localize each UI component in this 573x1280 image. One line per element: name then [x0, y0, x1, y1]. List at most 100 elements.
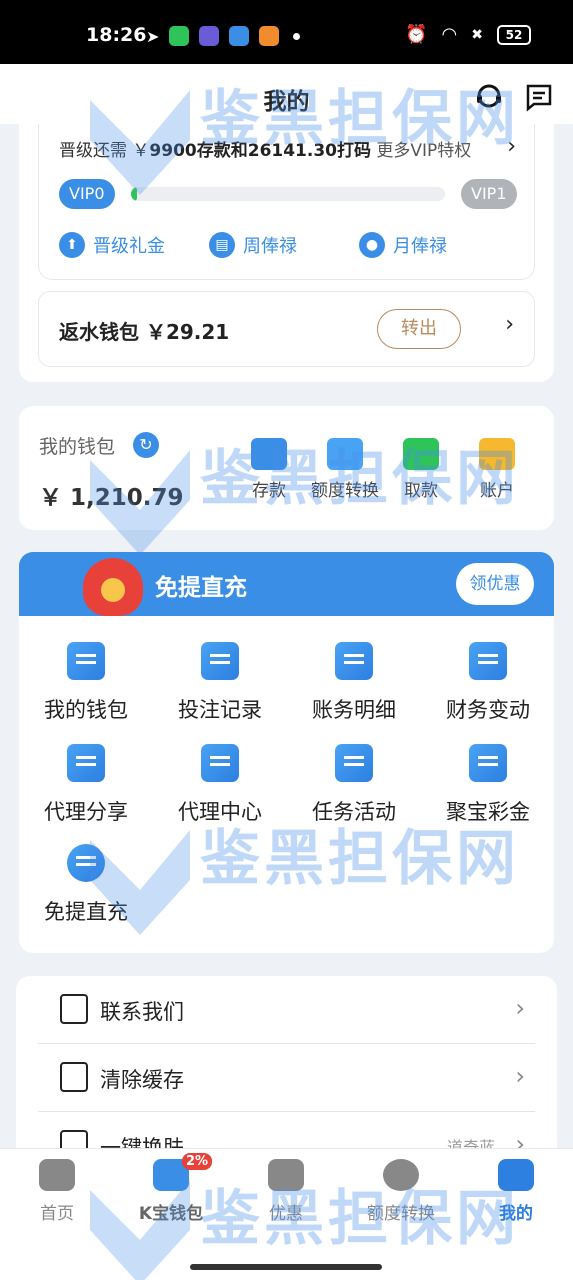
weekly-salary-label: 周俸禄	[243, 236, 297, 257]
grid-agent-share[interactable]: 代理分享	[19, 744, 153, 826]
chevron-right-icon[interactable]: ›	[505, 312, 514, 337]
account-button[interactable]: 账户	[457, 438, 537, 501]
refresh-icon[interactable]: ↻	[133, 432, 159, 458]
document-icon: ▤	[209, 232, 235, 258]
vip-text-prefix: 晋级还需 ￥	[59, 141, 150, 161]
promotion-bonus-link[interactable]: ⬆ 晋级礼金	[59, 232, 165, 258]
sim-off-icon: ✖	[471, 26, 483, 43]
edit-document-icon	[201, 642, 239, 680]
grid-label: 投注记录	[178, 698, 262, 722]
monthly-salary-label: 月俸禄	[393, 236, 447, 257]
chevron-right-icon[interactable]: ›	[507, 134, 516, 159]
contact-us-label: 联系我们	[100, 1000, 184, 1024]
grid-jackpot-bonus[interactable]: 聚宝彩金	[421, 744, 555, 826]
task-icon	[335, 744, 373, 782]
contact-icon	[60, 994, 88, 1024]
grid-label: 我的钱包	[44, 698, 128, 722]
next-vip-badge: VIP1	[461, 179, 517, 209]
vip-progress-text[interactable]: 晋级还需 ￥9900存款和26141.30打码 更多VIP特权	[59, 136, 471, 161]
wifi-icon: ◠	[441, 24, 458, 45]
grid-agent-center[interactable]: 代理中心	[153, 744, 287, 826]
home-indicator[interactable]	[190, 1264, 382, 1270]
nav-home[interactable]: 首页	[2, 1159, 112, 1224]
deposit-label: 存款	[252, 481, 286, 501]
withdraw-icon	[403, 438, 439, 470]
grid-my-wallet[interactable]: 我的钱包	[19, 642, 153, 724]
grid-label: 代理分享	[44, 800, 128, 824]
nav-home-label: 首页	[40, 1204, 74, 1224]
claim-offer-button[interactable]: 领优惠	[456, 563, 534, 605]
vip-progress-fill	[131, 187, 138, 201]
vip-mid-text: 存款和	[196, 141, 248, 161]
contact-us-row[interactable]: 联系我们 ›	[38, 976, 535, 1044]
grid-financial-changes[interactable]: 财务变动	[421, 642, 555, 724]
promo-banner: 免提直充 领优惠	[19, 552, 554, 616]
promo-title: 免提直充	[155, 575, 247, 601]
arrow-up-icon: ⬆	[59, 232, 85, 258]
currency-exchange-icon	[383, 1159, 419, 1191]
treasure-icon	[469, 744, 507, 782]
settings-list: 联系我们 › 清除缓存 › 一键换肤 道奇蓝 ›	[16, 976, 557, 1176]
account-label: 账户	[480, 481, 514, 501]
rebate-wallet-label: 返水钱包 ￥29.21	[59, 320, 230, 344]
wallet-icon	[251, 438, 287, 470]
grid-label: 免提直充	[44, 900, 128, 924]
weekly-salary-link[interactable]: ▤ 周俸禄	[209, 232, 297, 258]
wallet-balance: ￥ 1,210.79	[39, 485, 184, 511]
grid-label: 代理中心	[178, 800, 262, 824]
nav-offers[interactable]: 优惠	[231, 1159, 341, 1224]
clear-cache-label: 清除缓存	[100, 1068, 184, 1092]
app-header: 我的	[0, 64, 573, 124]
status-bar: 18:26 ➤ ⏰ ◠ ✖ 52	[0, 0, 573, 64]
gift-bag-icon	[83, 558, 143, 616]
agent-icon	[201, 744, 239, 782]
trash-icon	[60, 1062, 88, 1092]
recharge-icon	[67, 844, 105, 882]
chevron-right-icon: ›	[515, 994, 525, 1022]
message-icon[interactable]	[524, 82, 554, 112]
customer-service-icon[interactable]	[474, 82, 504, 112]
wallet-card: 我的钱包 ↻ ￥ 1,210.79 存款 额度转换 取款 账户	[19, 406, 554, 530]
agent-share-icon	[67, 744, 105, 782]
bottom-nav: 首页 2% K宝钱包 优惠 额度转换 我的	[0, 1148, 573, 1280]
nav-mine[interactable]: 我的	[461, 1159, 571, 1224]
nav-offers-label: 优惠	[269, 1204, 303, 1224]
grid-task-activities[interactable]: 任务活动	[287, 744, 421, 826]
alarm-icon: ⏰	[405, 24, 428, 45]
deposit-button[interactable]: 存款	[229, 438, 309, 501]
rebate-wallet: 返水钱包 ￥29.21 转出 ›	[38, 291, 535, 367]
grid-label: 账务明细	[312, 698, 396, 722]
nav-balance-transfer-label: 额度转换	[367, 1204, 435, 1224]
jersey-icon	[498, 1159, 534, 1191]
grid-account-details[interactable]: 账务明细	[287, 642, 421, 724]
gamepad-icon	[39, 1159, 75, 1191]
grid-bet-records[interactable]: 投注记录	[153, 642, 287, 724]
status-time: 18:26	[86, 24, 147, 46]
transfer-out-button[interactable]: 转出	[377, 309, 461, 349]
money-bag-icon: ●	[359, 232, 385, 258]
nav-mine-label: 我的	[499, 1204, 533, 1224]
vip-bet-needed: 26141.30	[247, 141, 337, 161]
grid-direct-recharge[interactable]: 免提直充	[19, 844, 153, 926]
nav-balance-transfer[interactable]: 额度转换	[346, 1159, 456, 1224]
app-icon-green	[169, 26, 190, 46]
nav-badge: 2%	[182, 1153, 213, 1170]
calendar-icon	[469, 642, 507, 680]
balance-transfer-button[interactable]: 额度转换	[305, 438, 385, 501]
monthly-salary-link[interactable]: ● 月俸禄	[359, 232, 447, 258]
clear-cache-row[interactable]: 清除缓存 ›	[38, 1044, 535, 1112]
vip-more-link[interactable]: 更多VIP特权	[376, 141, 471, 161]
vip-deposit-needed: 9900	[149, 141, 197, 161]
discount-icon	[268, 1159, 304, 1191]
current-vip-badge: VIP0	[59, 179, 115, 209]
app-icon-orange	[259, 26, 280, 46]
withdraw-label: 取款	[404, 481, 438, 501]
grid-label: 财务变动	[446, 698, 530, 722]
transfer-icon	[327, 438, 363, 470]
app-icon-blue	[229, 26, 250, 46]
chevron-right-icon: ›	[515, 1062, 525, 1090]
nav-k-wallet[interactable]: 2% K宝钱包	[116, 1153, 226, 1224]
app-icon-purple	[199, 26, 220, 46]
balance-transfer-label: 额度转换	[311, 481, 379, 501]
withdraw-button[interactable]: 取款	[381, 438, 461, 501]
